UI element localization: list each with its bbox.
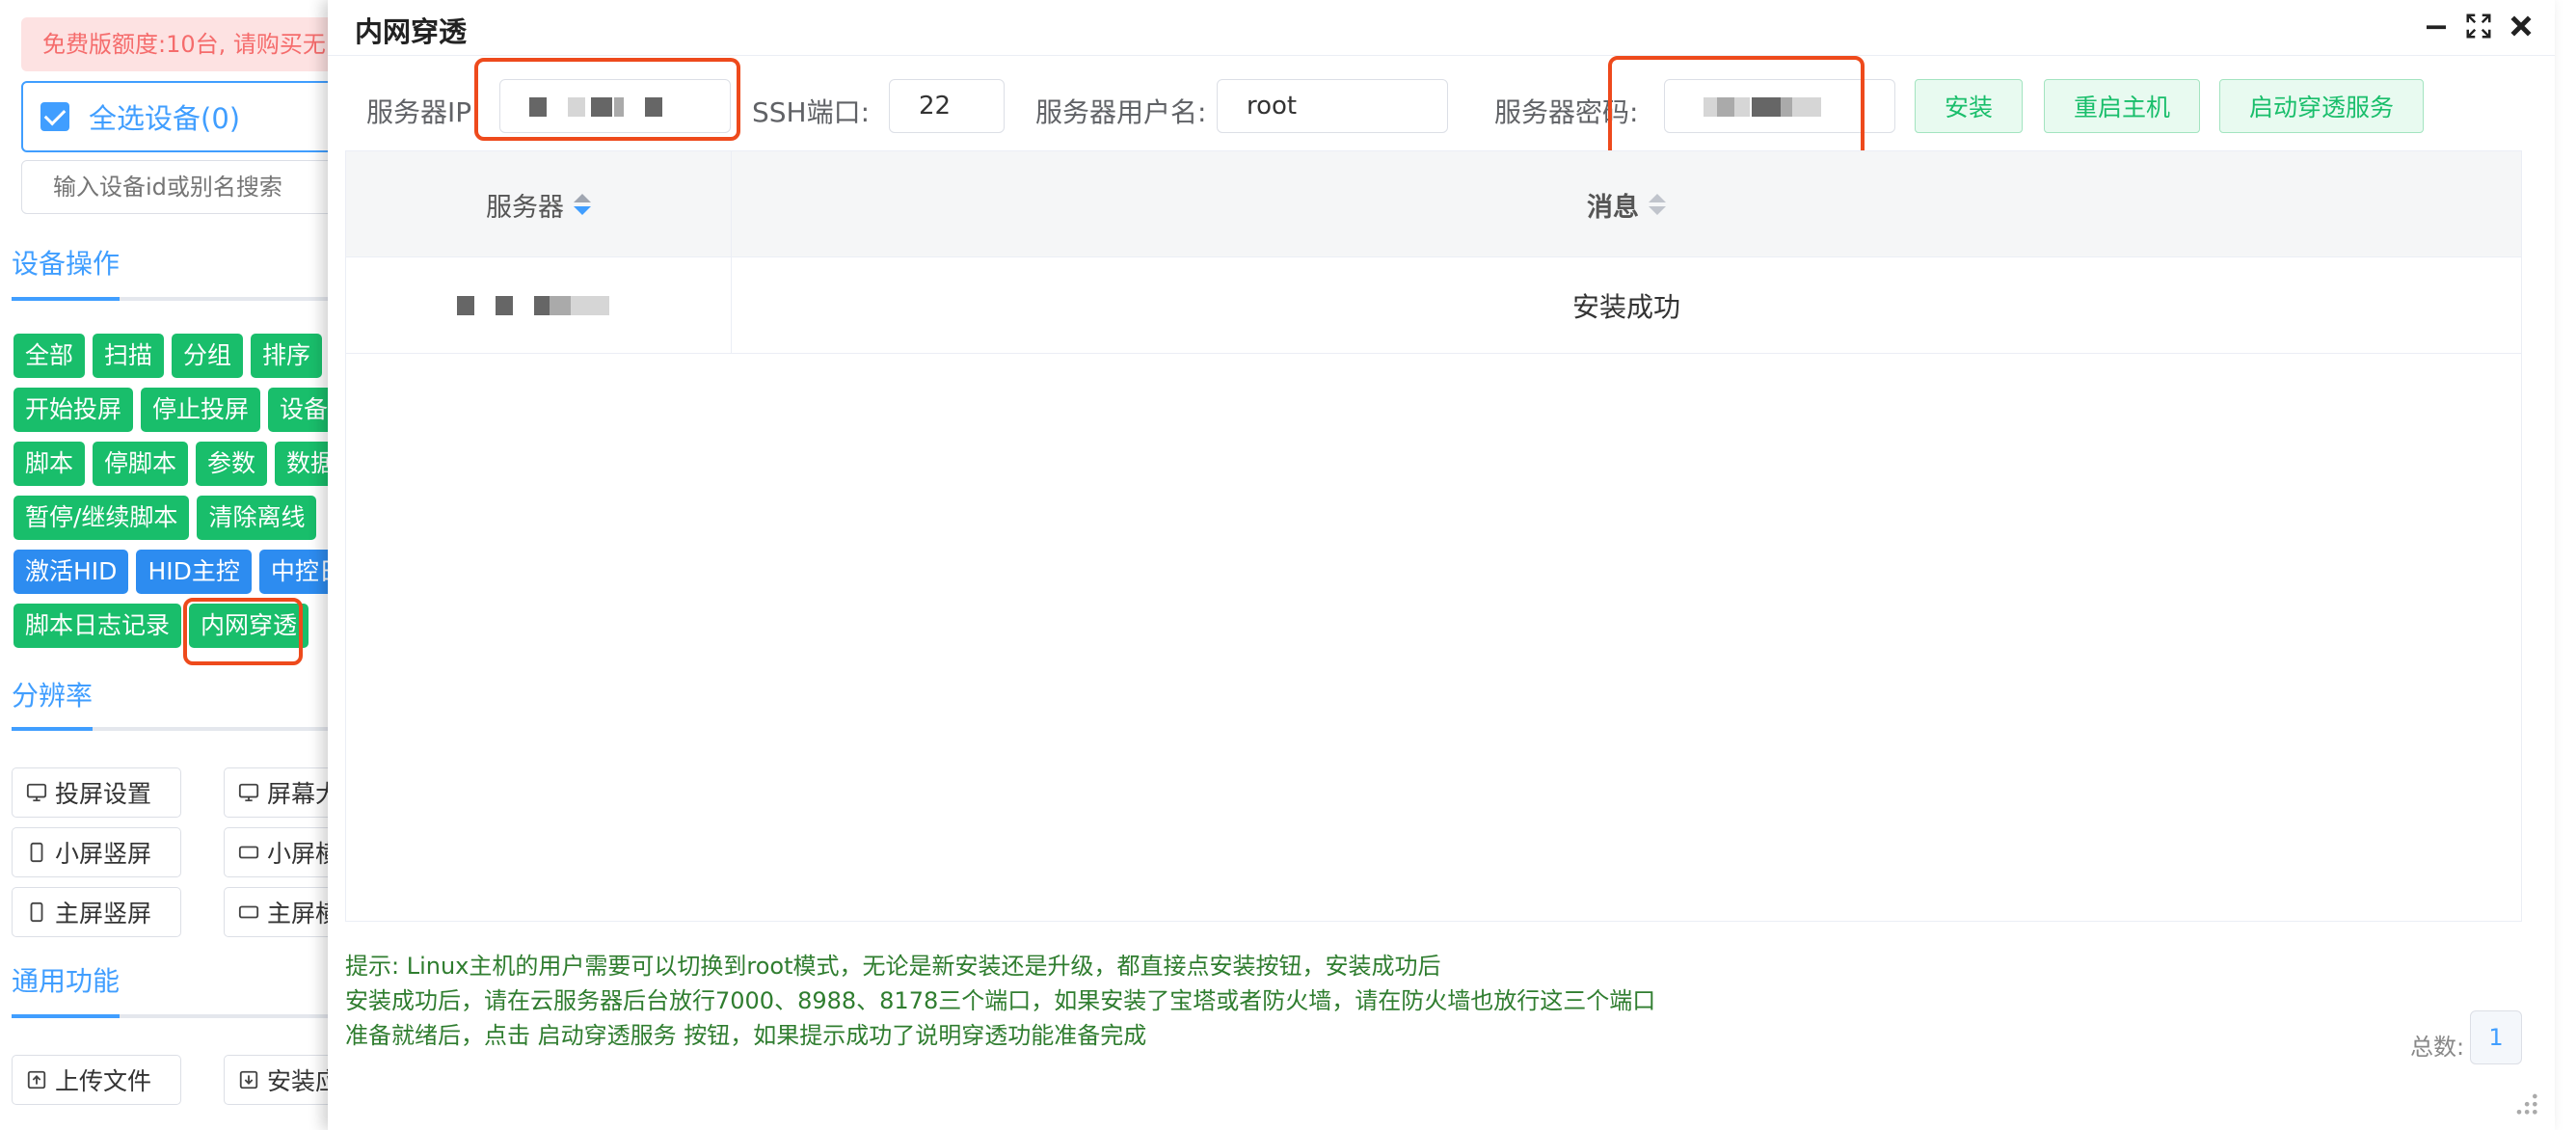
op-row-5: 激活HID HID主控 中控日 bbox=[13, 550, 328, 594]
main-landscape-label: 主屏横 bbox=[267, 900, 328, 928]
op-data-button[interactable]: 数据 bbox=[275, 442, 328, 486]
sort-icon[interactable] bbox=[1649, 194, 1666, 215]
close-icon[interactable] bbox=[2507, 12, 2536, 40]
column-header-message-label: 消息 bbox=[1587, 192, 1639, 223]
op-row-4: 暂停/继续脚本 清除离线 bbox=[13, 496, 317, 540]
main-portrait-label: 主屏竖屏 bbox=[55, 900, 152, 928]
op-pause-resume-script-button[interactable]: 暂停/继续脚本 bbox=[13, 496, 190, 540]
minimize-icon[interactable] bbox=[2422, 12, 2451, 40]
device-search-input[interactable] bbox=[21, 160, 328, 214]
dialog-header: 内网穿透 bbox=[328, 0, 2555, 56]
highlight-password bbox=[1608, 56, 1865, 160]
small-portrait-label: 小屏竖屏 bbox=[55, 840, 152, 868]
op-script-button[interactable]: 脚本 bbox=[13, 442, 86, 486]
select-all-devices[interactable]: 全选设备(0) bbox=[21, 81, 328, 152]
redacted-server-address bbox=[456, 294, 621, 317]
op-scan-button[interactable]: 扫描 bbox=[93, 334, 165, 378]
column-header-message[interactable]: 消息 bbox=[732, 151, 2521, 257]
install-app-label: 安装应 bbox=[267, 1067, 328, 1095]
section-divider bbox=[12, 727, 328, 731]
resize-grip-icon[interactable] bbox=[2512, 1090, 2539, 1117]
maximize-icon[interactable] bbox=[2464, 12, 2493, 40]
op-sort-button[interactable]: 排序 bbox=[251, 334, 323, 378]
hint-line-1: 提示: Linux主机的用户需要可以切换到root模式，无论是新安装还是升级，都… bbox=[345, 953, 1441, 980]
server-table: 服务器 消息 安装成功 bbox=[345, 150, 2522, 922]
highlight-intranet-button bbox=[183, 598, 303, 665]
op-all-button[interactable]: 全部 bbox=[13, 334, 86, 378]
upload-file-button[interactable]: 上传文件 bbox=[12, 1055, 181, 1105]
total-count-value: 1 bbox=[2470, 1010, 2522, 1064]
op-group-button[interactable]: 分组 bbox=[172, 334, 244, 378]
op-params-button[interactable]: 参数 bbox=[196, 442, 268, 486]
op-stop-cast-button[interactable]: 停止投屏 bbox=[141, 388, 261, 432]
op-clear-offline-button[interactable]: 清除离线 bbox=[197, 496, 317, 540]
upload-file-label: 上传文件 bbox=[55, 1067, 152, 1095]
op-control-log-button[interactable]: 中控日 bbox=[258, 550, 328, 594]
start-penetration-service-button[interactable]: 启动穿透服务 bbox=[2219, 79, 2425, 133]
section-divider bbox=[12, 1014, 328, 1018]
op-row-3: 脚本 停脚本 参数 数据 bbox=[13, 442, 328, 486]
op-device-button[interactable]: 设备 bbox=[268, 388, 328, 432]
section-device-ops: 设备操作 bbox=[12, 248, 121, 280]
intranet-penetration-dialog: 内网穿透 服务器IP: SSH端口: 服务器用户名: 服务器密码: 安装 重启主… bbox=[328, 0, 2555, 1130]
section-resolution: 分辨率 bbox=[12, 680, 94, 712]
server-cell bbox=[346, 257, 732, 354]
main-portrait-button[interactable]: 主屏竖屏 bbox=[12, 887, 181, 937]
window-controls bbox=[2422, 12, 2536, 40]
install-icon bbox=[239, 1070, 258, 1090]
total-count-label: 总数: bbox=[2410, 1034, 2465, 1061]
screen-size-label: 屏幕大 bbox=[267, 780, 328, 808]
phone-landscape-icon bbox=[238, 846, 259, 859]
main-landscape-button[interactable]: 主屏横 bbox=[224, 887, 328, 937]
op-start-cast-button[interactable]: 开始投屏 bbox=[13, 388, 134, 432]
column-header-server-label: 服务器 bbox=[486, 192, 564, 223]
hint-line-3: 准备就绪后，点击 启动穿透服务 按钮，如果提示成功了说明穿透功能准备完成 bbox=[345, 1022, 1147, 1049]
op-stop-script-button[interactable]: 停脚本 bbox=[93, 442, 189, 486]
op-row-2: 开始投屏 停止投屏 设备 bbox=[13, 388, 328, 432]
ssh-port-label: SSH端口: bbox=[752, 96, 871, 128]
select-all-label: 全选设备(0) bbox=[89, 102, 241, 135]
upload-icon bbox=[27, 1070, 46, 1090]
hint-line-2: 安装成功后，请在云服务器后台放行7000、8988、8178三个端口，如果安装了… bbox=[345, 987, 1656, 1014]
username-input[interactable] bbox=[1217, 79, 1448, 133]
screen-size-button[interactable]: 屏幕大 bbox=[224, 767, 328, 818]
op-hid-master-button[interactable]: HID主控 bbox=[136, 550, 252, 594]
install-button[interactable]: 安装 bbox=[1915, 79, 2024, 133]
install-app-button[interactable]: 安装应 bbox=[224, 1055, 328, 1105]
quota-banner: 免费版额度:10台, 请购买无限 bbox=[21, 17, 328, 71]
sort-icon[interactable] bbox=[574, 194, 591, 215]
checkbox-checked-icon[interactable] bbox=[40, 102, 69, 131]
dialog-title: 内网穿透 bbox=[355, 15, 468, 48]
cast-settings-label: 投屏设置 bbox=[55, 780, 152, 808]
op-row-1: 全部 扫描 分组 排序 bbox=[13, 334, 323, 378]
small-portrait-button[interactable]: 小屏竖屏 bbox=[12, 827, 181, 877]
highlight-server-ip bbox=[474, 58, 740, 141]
message-cell: 安装成功 bbox=[1571, 291, 1680, 323]
op-script-log-button[interactable]: 脚本日志记录 bbox=[13, 604, 182, 648]
username-label: 服务器用户名: bbox=[1035, 96, 1207, 128]
monitor-icon bbox=[26, 783, 47, 802]
small-landscape-button[interactable]: 小屏横 bbox=[224, 827, 328, 877]
op-activate-hid-button[interactable]: 激活HID bbox=[13, 550, 129, 594]
table-header: 服务器 消息 bbox=[346, 151, 2521, 257]
monitor-icon bbox=[238, 783, 259, 802]
section-common: 通用功能 bbox=[12, 965, 121, 997]
small-landscape-label: 小屏横 bbox=[267, 840, 328, 868]
server-ip-label: 服务器IP: bbox=[366, 96, 481, 128]
phone-landscape-icon bbox=[238, 905, 259, 919]
column-header-server[interactable]: 服务器 bbox=[346, 151, 732, 257]
phone-portrait-icon bbox=[30, 901, 43, 923]
phone-portrait-icon bbox=[30, 842, 43, 863]
table-row[interactable]: 安装成功 bbox=[346, 257, 2521, 354]
restart-host-button[interactable]: 重启主机 bbox=[2044, 79, 2201, 133]
sidebar: 免费版额度:10台, 请购买无限 全选设备(0) 设备操作 全部 扫描 分组 排… bbox=[0, 0, 328, 1130]
ssh-port-input[interactable] bbox=[889, 79, 1005, 133]
cast-settings-button[interactable]: 投屏设置 bbox=[12, 767, 181, 818]
section-divider bbox=[12, 297, 328, 301]
